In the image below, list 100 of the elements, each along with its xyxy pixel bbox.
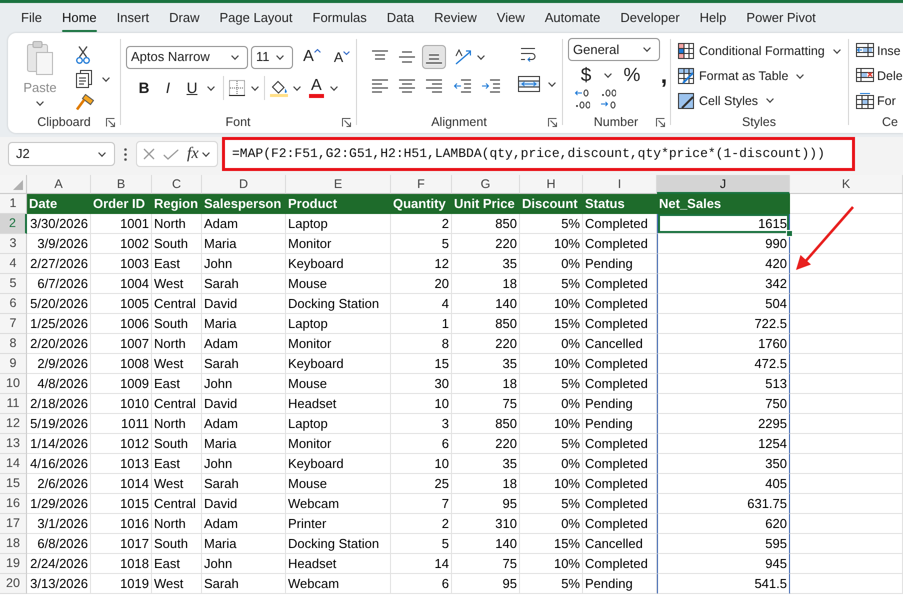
insert-function-button[interactable]: fx: [187, 146, 199, 162]
caret-icon[interactable]: [604, 72, 612, 78]
caret-icon[interactable]: [202, 152, 210, 156]
column-letter[interactable]: K: [790, 175, 903, 194]
caret-icon[interactable]: [796, 74, 804, 79]
font-name-dropdown[interactable]: Aptos Narrow: [126, 46, 248, 68]
row-number[interactable]: 9: [0, 354, 27, 374]
column-letter[interactable]: C: [152, 175, 202, 194]
paint-bucket-icon[interactable]: [270, 79, 288, 97]
caret-icon[interactable]: [251, 86, 259, 90]
caret-icon[interactable]: [293, 86, 301, 90]
dialog-launcher-icon[interactable]: [106, 118, 115, 126]
dialog-launcher-icon[interactable]: [656, 118, 665, 126]
delete-cells-button[interactable]: Dele: [854, 64, 903, 88]
caret-icon[interactable]: [548, 82, 556, 86]
row-number[interactable]: 16: [0, 494, 27, 514]
row-number[interactable]: 8: [0, 334, 27, 354]
column-letter[interactable]: B: [91, 175, 152, 194]
ribbon-tab[interactable]: Data: [376, 3, 424, 33]
row-number[interactable]: 2: [0, 214, 27, 234]
number-format-dropdown[interactable]: General: [568, 38, 660, 61]
row-number[interactable]: 10: [0, 374, 27, 394]
column-letter[interactable]: D: [202, 175, 286, 194]
cell-styles-button[interactable]: Cell Styles: [676, 90, 846, 112]
formula-field[interactable]: =MAP(F2:F51,G2:G51,H2:H51,LAMBDA(qty,price,discount,qty*price*(1-discount))): [222, 137, 855, 171]
column-letter[interactable]: I: [583, 175, 657, 194]
caret-icon[interactable]: [276, 54, 284, 60]
ribbon-tab[interactable]: View: [486, 3, 535, 33]
italic-button[interactable]: I: [156, 76, 180, 100]
borders-icon[interactable]: [229, 80, 245, 96]
caret-icon[interactable]: [207, 86, 215, 90]
align-right-icon[interactable]: [426, 79, 442, 93]
row-number[interactable]: 1: [0, 194, 27, 214]
insert-cells-button[interactable]: Inse: [854, 40, 903, 63]
dialog-launcher-icon[interactable]: [342, 118, 351, 126]
fill-handle[interactable]: [786, 230, 793, 237]
cancel-icon[interactable]: [143, 148, 155, 160]
paintbrush-icon[interactable]: [76, 94, 94, 110]
ribbon-tab[interactable]: Automate: [534, 3, 610, 33]
ribbon-tab[interactable]: Developer: [610, 3, 690, 33]
row-number[interactable]: 6: [0, 294, 27, 314]
row-number[interactable]: 14: [0, 454, 27, 474]
copy-icon[interactable]: [76, 70, 92, 88]
grow-font-button[interactable]: A: [299, 45, 325, 69]
conditional-formatting-button[interactable]: Conditional Formatting: [676, 40, 846, 63]
caret-icon[interactable]: [102, 76, 110, 82]
caret-icon[interactable]: [330, 86, 338, 90]
ribbon-tab[interactable]: Help: [690, 3, 736, 33]
row-number[interactable]: 13: [0, 434, 27, 454]
more-options-icon[interactable]: [124, 148, 127, 160]
percent-button[interactable]: %: [620, 63, 644, 87]
underline-button[interactable]: U: [180, 76, 204, 100]
caret-icon[interactable]: [231, 54, 239, 60]
wrap-text-icon[interactable]: [521, 47, 536, 62]
caret-icon[interactable]: [477, 54, 485, 60]
column-letter[interactable]: A: [27, 175, 91, 194]
row-number[interactable]: 7: [0, 314, 27, 334]
column-letter[interactable]: E: [286, 175, 391, 194]
ribbon-tab[interactable]: File: [11, 3, 52, 33]
font-size-dropdown[interactable]: 11: [251, 46, 293, 68]
row-number[interactable]: 11: [0, 394, 27, 414]
ribbon-tab[interactable]: Draw: [159, 3, 210, 33]
increase-indent-icon[interactable]: [482, 79, 500, 93]
column-letter[interactable]: F: [391, 175, 452, 194]
column-letter[interactable]: J: [657, 175, 790, 194]
align-bottom-button[interactable]: [422, 45, 446, 69]
caret-icon[interactable]: [98, 152, 106, 156]
row-number[interactable]: 12: [0, 414, 27, 434]
shrink-font-button[interactable]: A: [329, 45, 355, 69]
row-number[interactable]: 3: [0, 234, 27, 254]
row-number[interactable]: 18: [0, 534, 27, 554]
increase-decimal-icon[interactable]: [574, 89, 590, 109]
name-box[interactable]: J2: [8, 142, 115, 166]
ribbon-tab[interactable]: Page Layout: [210, 3, 303, 33]
row-number[interactable]: 5: [0, 274, 27, 294]
ribbon-tab[interactable]: Power Pivot: [736, 3, 826, 33]
format-as-table-button[interactable]: Format as Table: [676, 64, 846, 88]
font-color-button[interactable]: A: [309, 78, 324, 98]
row-number[interactable]: 20: [0, 574, 27, 594]
row-number[interactable]: 15: [0, 474, 27, 494]
check-icon[interactable]: [163, 148, 179, 160]
merge-cells-icon[interactable]: [518, 76, 540, 92]
caret-icon[interactable]: [766, 98, 774, 104]
caret-icon[interactable]: [832, 48, 841, 54]
scissors-icon[interactable]: [76, 46, 90, 64]
format-cells-button[interactable]: For: [854, 90, 903, 112]
align-left-icon[interactable]: [372, 79, 388, 93]
decrease-indent-icon[interactable]: [453, 79, 471, 93]
row-number[interactable]: 17: [0, 514, 27, 534]
row-number[interactable]: 4: [0, 254, 27, 274]
ribbon-tab[interactable]: Formulas: [302, 3, 377, 33]
decrease-decimal-icon[interactable]: [600, 89, 616, 109]
ribbon-tab[interactable]: Home: [52, 3, 107, 33]
align-center-icon[interactable]: [399, 79, 415, 93]
row-number[interactable]: 19: [0, 554, 27, 574]
ribbon-tab[interactable]: Insert: [106, 3, 160, 33]
dialog-launcher-icon[interactable]: [548, 118, 557, 126]
ribbon-tab[interactable]: Review: [424, 3, 487, 33]
comma-style-button[interactable]: ,: [652, 63, 676, 87]
caret-icon[interactable]: [643, 47, 651, 52]
